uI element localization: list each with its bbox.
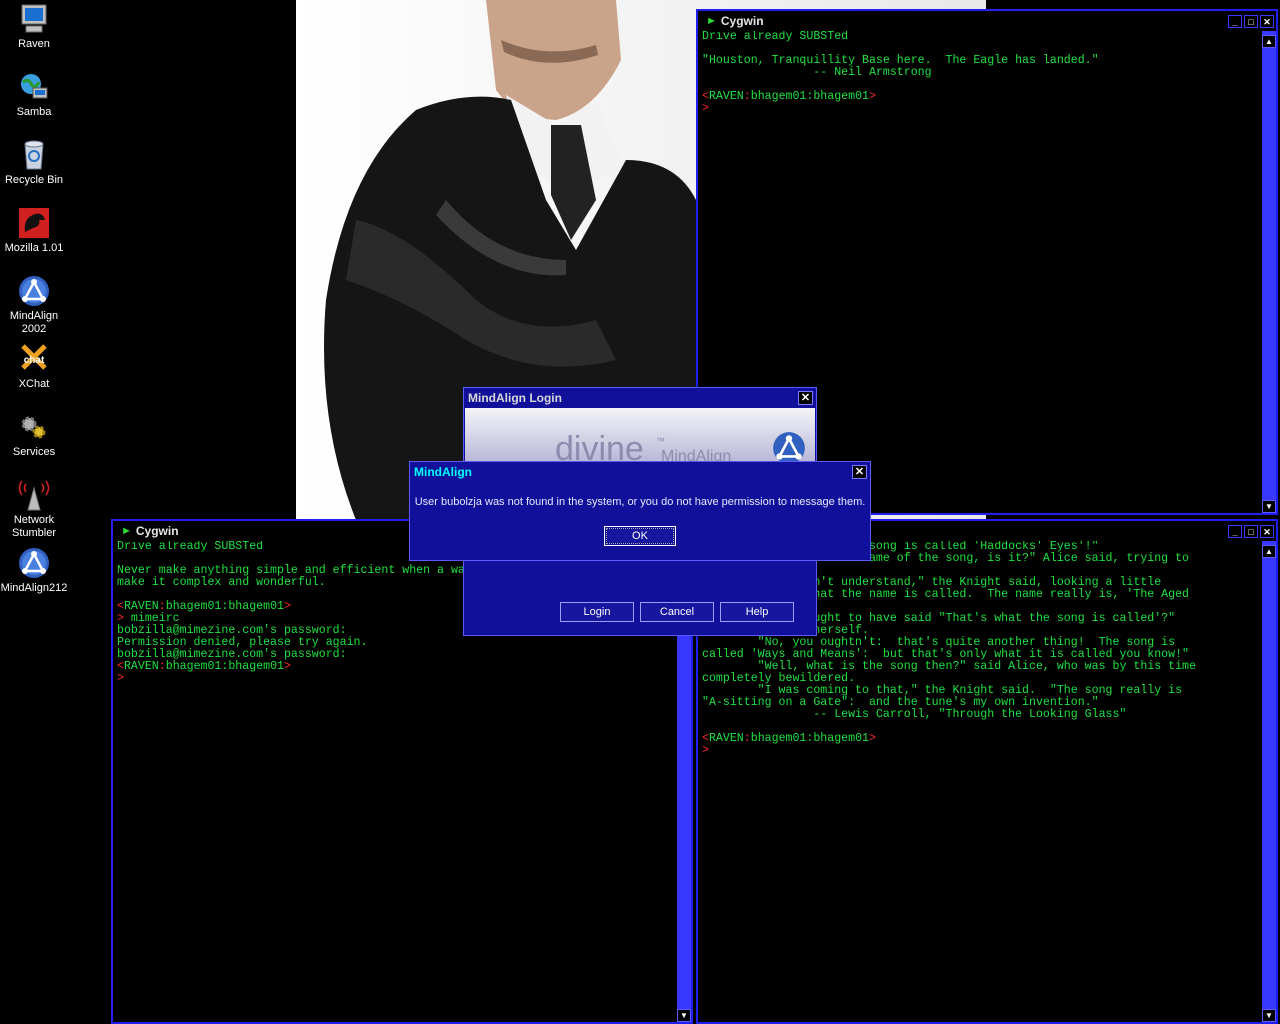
desktop-icon-services[interactable]: Services [0,410,68,459]
desktop-icon-mindalign212[interactable]: MindAlign212 [0,546,68,595]
mindalign-alert-dialog[interactable]: MindAlign ✕ User bubolzja was not found … [409,461,871,561]
banner-brand: divine [555,430,644,462]
minimize-button[interactable]: _ [1228,524,1242,538]
xchat-icon: chat [21,344,47,370]
gears-icon [21,416,46,439]
maximize-button[interactable]: □ [1244,14,1258,28]
mindalign-icon [19,548,49,578]
vertical-scrollbar[interactable]: ▲ ▼ [1262,541,1276,1022]
dialog-title-bar[interactable]: MindAlign ✕ [410,462,870,482]
desktop-icon-label: Network Stumbler [11,514,57,539]
login-button[interactable]: Login [560,602,634,622]
svg-text:chat: chat [24,355,45,366]
help-button[interactable]: Help [720,602,794,622]
desktop-icon-raven[interactable]: Raven [0,2,68,51]
ok-button[interactable]: OK [604,526,676,546]
cygwin-arrow-icon: ► [121,525,132,537]
dialog-title: MindAlign [414,465,472,479]
desktop-icon-network-stumbler[interactable]: Network Stumbler [0,478,68,540]
desktop-icon-recycle-bin[interactable]: Recycle Bin [0,138,68,187]
scroll-up-icon[interactable]: ▲ [1262,35,1276,48]
terminal-output[interactable]: Drive already SUBSTed "Houston, Tranquil… [698,31,1262,115]
desktop-icon-label: Services [12,446,56,458]
dialog-title-bar[interactable]: MindAlign Login ✕ [464,388,816,408]
desktop-icon-label: MindAlign 2002 [9,310,59,335]
minimize-button[interactable]: _ [1228,14,1242,28]
mindalign-icon [773,432,805,462]
desktop-icon-samba[interactable]: Samba [0,70,68,119]
desktop-icon-xchat[interactable]: chat XChat [0,342,68,391]
desktop-icon-mindalign-2002[interactable]: MindAlign 2002 [0,274,68,336]
desktop-icon-label: Recycle Bin [4,174,64,186]
cygwin-arrow-icon: ► [706,15,717,27]
scroll-down-icon[interactable]: ▼ [1262,500,1276,513]
alert-message: User bubolzja was not found in the syste… [414,496,866,508]
scroll-up-icon[interactable]: ▲ [1262,545,1276,558]
title-bar[interactable]: ► Cygwin _ □ ✕ [698,11,1276,31]
maximize-button[interactable]: □ [1244,524,1258,538]
close-button[interactable]: ✕ [798,391,813,405]
banner-product: MindAlign [661,448,732,462]
network-globe-icon [21,74,48,99]
window-title: Cygwin [135,524,179,538]
close-button[interactable]: ✕ [1260,524,1274,538]
desktop-icon-label: Mozilla 1.01 [4,242,64,254]
banner-trademark: ™ [656,436,665,446]
window-title: Cygwin [720,14,764,28]
mozilla-dragon-icon [19,208,49,238]
computer-icon [21,4,47,33]
close-button[interactable]: ✕ [1260,14,1274,28]
scroll-down-icon[interactable]: ▼ [1262,1009,1276,1022]
dialog-title: MindAlign Login [468,391,562,405]
recycle-bin-icon [24,140,44,170]
desktop-icon-mozilla[interactable]: Mozilla 1.01 [0,206,68,255]
cancel-button[interactable]: Cancel [640,602,714,622]
mindalign-icon [19,276,49,306]
close-button[interactable]: ✕ [852,465,867,479]
scroll-down-icon[interactable]: ▼ [677,1009,691,1022]
login-banner: divine ™ MindAlign [465,408,815,462]
desktop-icon-label: Raven [18,38,50,50]
desktop-icon-label: Samba [16,106,52,118]
desktop-icon-label: XChat [18,378,50,390]
desktop-icon-label: MindAlign212 [0,582,68,594]
vertical-scrollbar[interactable]: ▲ ▼ [1262,31,1276,513]
antenna-icon [18,480,50,511]
